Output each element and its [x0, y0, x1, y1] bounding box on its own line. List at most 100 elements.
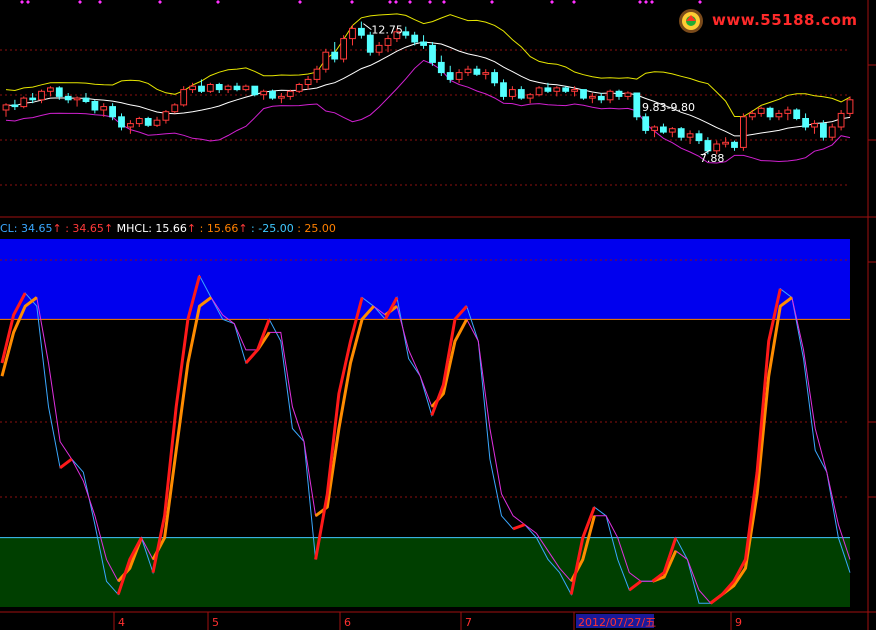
- x-axis-label: 2012/07/27/五: [578, 616, 656, 629]
- candle-body: [491, 72, 499, 84]
- candle-body: [686, 133, 694, 138]
- candle-body: [91, 101, 99, 111]
- candle-body: [224, 85, 232, 91]
- candle-body: [242, 85, 250, 91]
- legend-item: ↑: [238, 222, 248, 235]
- candle-body: [73, 97, 81, 101]
- candle-body: [82, 97, 90, 102]
- x-axis-label: 7: [465, 616, 472, 629]
- candle-body: [411, 34, 419, 43]
- candle-body: [500, 82, 507, 97]
- legend-item: : 15.66: [196, 222, 239, 235]
- candle-body: [153, 119, 161, 126]
- x-axis-label: 5: [212, 616, 219, 629]
- candle-body: [820, 123, 827, 138]
- candle-body: [562, 87, 570, 92]
- candle-body: [589, 95, 596, 99]
- candle-body: [29, 97, 37, 101]
- candle-body: [135, 118, 143, 125]
- candle-body: [517, 89, 525, 99]
- candle-body: [260, 90, 268, 96]
- candle-body: [206, 84, 214, 92]
- candle-body: [722, 141, 730, 145]
- candle-body: [11, 104, 19, 108]
- candle-body: [766, 107, 774, 118]
- candle-body: [660, 126, 667, 133]
- candle-body: [295, 84, 303, 92]
- legend-item: ↑: [52, 222, 62, 235]
- candle-body: [571, 89, 579, 92]
- candle-body: [846, 99, 854, 114]
- candle-body: [420, 41, 428, 46]
- candle-body: [837, 112, 845, 128]
- candle-body: [366, 34, 374, 53]
- candle-body: [740, 116, 747, 148]
- candle-body: [473, 68, 481, 75]
- legend-item: : 34.65: [61, 222, 104, 235]
- candle-body: [109, 106, 116, 118]
- candle-body: [127, 123, 134, 128]
- candle-body: [38, 90, 45, 101]
- candle-body: [313, 68, 321, 80]
- candle-body: [180, 89, 188, 106]
- candle-body: [64, 95, 72, 101]
- candle-body: [251, 85, 259, 96]
- candle-body: [775, 112, 783, 118]
- candle-body: [606, 90, 614, 101]
- overbought-zone: [0, 239, 850, 320]
- candle-body: [278, 95, 285, 99]
- candle-body: [375, 44, 383, 53]
- candle-body: [233, 85, 241, 91]
- legend-item: ↑: [186, 222, 197, 235]
- candle-body: [189, 85, 196, 91]
- candle-body: [482, 72, 490, 75]
- mid-annotation: 9.83-9.80: [642, 101, 695, 114]
- candle-body: [100, 106, 108, 111]
- candle-body: [553, 87, 561, 92]
- candle-body: [464, 68, 472, 74]
- candle-body: [633, 92, 641, 118]
- candle-body: [2, 104, 10, 111]
- candle-body: [349, 27, 356, 40]
- candle-body: [144, 118, 152, 126]
- candle-body: [402, 31, 410, 36]
- candle-body: [162, 111, 170, 121]
- stock-chart: 12.75 9.83-9.80 7.88 4 5 6 7 2012/07/27/五 9: [0, 0, 876, 630]
- candle-body: [731, 141, 738, 148]
- candle-body: [269, 90, 276, 99]
- legend-item: ↑: [103, 222, 114, 235]
- candle-body: [358, 27, 365, 36]
- candle-body: [695, 133, 703, 142]
- legend-item: : 25.00: [293, 222, 336, 235]
- candle-body: [322, 51, 330, 70]
- candle-body: [429, 44, 436, 63]
- candle-body: [437, 61, 445, 74]
- candle-body: [509, 89, 516, 97]
- candle-body: [340, 38, 348, 60]
- candle-body: [624, 92, 632, 97]
- candle-body: [286, 90, 294, 97]
- candle-body: [171, 104, 179, 113]
- candle-body: [304, 78, 312, 86]
- high-annotation: 12.75: [371, 24, 403, 37]
- candle-body: [757, 107, 765, 114]
- candle-body: [215, 84, 223, 91]
- candle-body: [748, 112, 756, 118]
- candle-body: [384, 38, 392, 46]
- candle-body: [642, 116, 650, 131]
- legend-item: : -25.00: [247, 222, 294, 235]
- candle-body: [668, 128, 676, 133]
- legend-item: CL: 34.65: [0, 222, 53, 235]
- logo-icon: [679, 9, 703, 33]
- candle-body: [615, 90, 623, 97]
- candle-body: [544, 87, 552, 92]
- candle-body: [535, 87, 543, 96]
- candle-body: [198, 85, 205, 92]
- candle-body: [55, 87, 63, 97]
- candle-body: [20, 97, 28, 108]
- legend-item: MHCL: 15.66: [113, 222, 187, 235]
- candle-body: [704, 140, 712, 152]
- indicator-legend: CL: 34.65↑ : 34.65↑ MHCL: 15.66↑ : 15.66…: [0, 222, 336, 236]
- candle-body: [47, 87, 54, 92]
- candle-body: [677, 128, 685, 138]
